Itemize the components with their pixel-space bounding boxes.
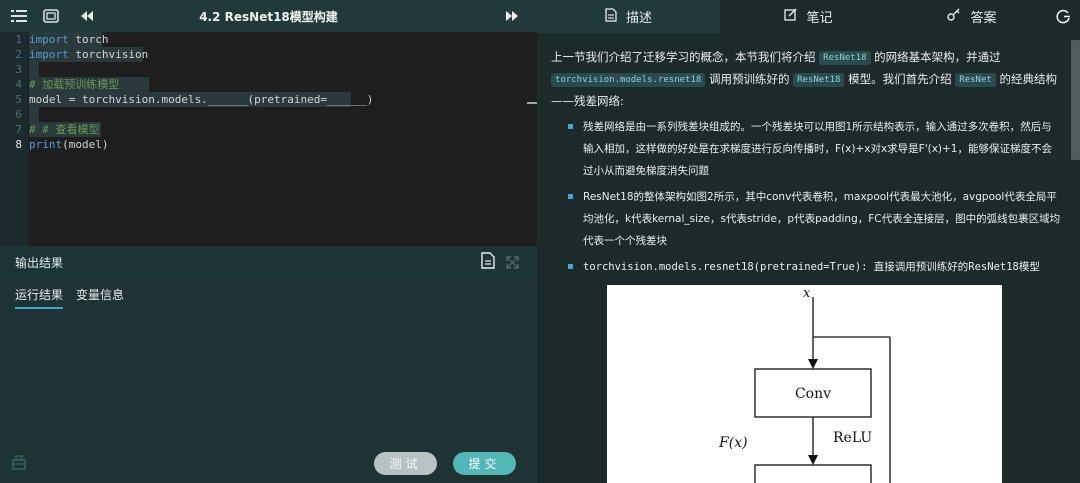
code-line[interactable]: model = torchvision.models.______(pretra… [29,92,373,107]
line-number: 5 [15,93,22,106]
code-token: import [29,48,69,61]
code-chip: torchvision.models.resnet18 [551,73,706,87]
tab-notes-label: 笔记 [806,11,833,26]
expand-icon[interactable] [506,254,519,273]
exercise-title: 4.2 ResNet18模型构建 [199,10,338,24]
description-list: 残差网络是由一系列残差块组成的。一个残差块可以用图1所示结构表示，输入通过多次卷… [551,116,1061,278]
toolkit-icon[interactable] [12,455,26,474]
output-header: 输出结果 [0,246,537,276]
code-line[interactable]: # 加载预训练模型 [29,77,119,92]
description-content: 上一节我们介绍了迁移学习的概念，本节我们将介绍 ResNet18 的网络基本架构… [551,46,1061,282]
line-number: 2 [15,48,22,61]
relu-label: ReLU [833,430,872,446]
tab-notes[interactable]: 笔记 [720,0,897,33]
editor-toolbar: 4.2 ResNet18模型构建 [0,0,537,32]
tab-description-label: 描述 [625,11,652,26]
edit-icon [784,8,797,25]
code-editor[interactable]: 1 import torch 2 import torchvision 3 4 # 加载预训… [0,32,537,246]
code-chip: ResNet18 [819,51,871,65]
output-body: 运行结果 变量信息 [0,276,537,444]
tab-description[interactable]: 描述 [537,0,720,33]
file-icon[interactable] [481,252,495,273]
line-number: 1 [15,33,22,46]
line-number: 7 [15,123,22,136]
code-token: # # 查看模型 [29,123,100,136]
tab-answer-label: 答案 [970,11,997,26]
line-number: 8 [15,138,22,151]
action-footer: 测试 提交 [0,444,537,483]
code-token: torch [68,33,109,46]
output-title: 输出结果 [15,256,64,270]
list-item: ResNet18的整体架构如图2所示，其中conv代表卷积，maxpool代表最… [551,186,1061,252]
next-icon[interactable] [503,7,521,25]
code-token: print [29,138,63,151]
code-token: import [29,33,69,46]
code-token: torchvision [68,48,149,61]
input-x-label: x [803,286,811,301]
tab-run-result[interactable]: 运行结果 [15,286,64,309]
line-number: 6 [15,108,22,121]
code-line[interactable]: import torch [29,32,109,47]
code-token: # 加载预训练模型 [29,78,120,91]
line-number: 3 [15,63,22,76]
info-pane: 描述 笔记 答案 上一节我们介绍了迁移学习的概念，本节我们将介绍 ResNet1… [537,0,1080,483]
code-line[interactable]: # # 查看模型 [29,122,100,137]
tab-variable-info[interactable]: 变量信息 [76,286,124,303]
list-item: torchvision.models.resnet18(pretrained=T… [551,256,1061,278]
key-icon [947,8,961,25]
app-root: 4.2 ResNet18模型构建 1 import torch 2 import to… [0,0,1080,483]
residual-block-figure: x Conv ReLU F(x) [607,285,1002,483]
line-number: 4 [15,78,22,91]
code-pane: 4.2 ResNet18模型构建 1 import torch 2 import to… [0,0,537,483]
code-line[interactable]: print(model) [29,137,108,152]
tab-answer[interactable]: 答案 [897,0,1047,33]
test-button[interactable]: 测试 [374,452,437,475]
code-line[interactable]: import torchvision [29,47,148,62]
code-chip: ResNet [955,73,996,87]
code-token: model = torchvision.models.______(pretra… [29,93,374,106]
fx-label: F(x) [718,435,748,451]
document-icon [605,7,617,26]
content-scrollbar[interactable] [1071,40,1080,160]
conv-label: Conv [795,386,831,402]
code-token: (model) [62,138,109,151]
intro-paragraph: 上一节我们介绍了迁移学习的概念，本节我们将介绍 ResNet18 的网络基本架构… [551,50,1057,108]
refresh-icon[interactable] [1056,9,1071,28]
editor-scroll-marker [527,102,537,104]
list-item: 残差网络是由一系列残差块组成的。一个残差块可以用图1所示结构表示，输入通过多次卷… [551,116,1061,182]
submit-button[interactable]: 提交 [453,452,516,475]
code-chip: ResNet18 [793,73,845,87]
info-tabs: 描述 笔记 答案 [537,0,1080,33]
